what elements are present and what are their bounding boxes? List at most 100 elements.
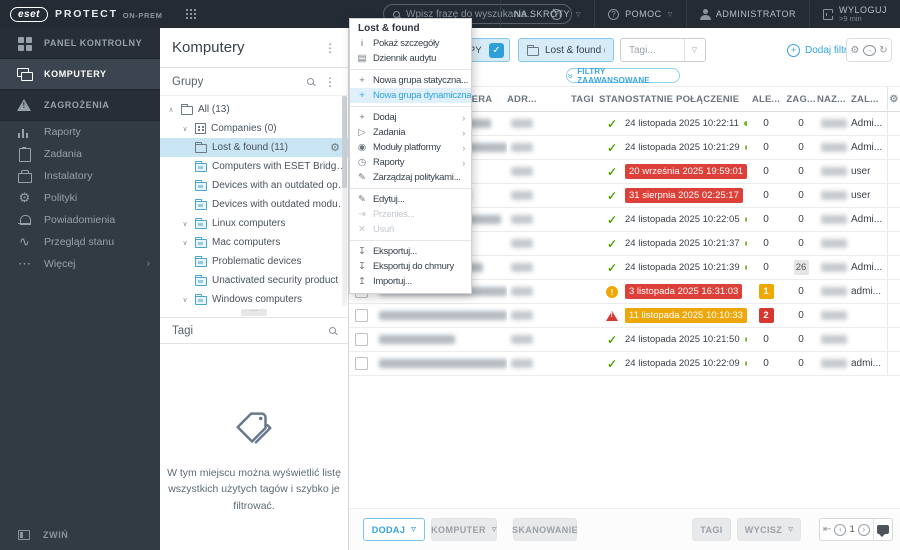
help-menu[interactable]: ? POMOC ▽ — [594, 0, 686, 28]
table-columns-gear-icon[interactable]: ⚙ — [887, 87, 900, 111]
column-header-tagi[interactable]: TAGI — [571, 87, 599, 111]
group-filter-chip[interactable]: Lost & found (11) — [518, 38, 614, 62]
menu-item-eksportuj[interactable]: ↧ Eksportuj... — [350, 244, 471, 259]
tags-button[interactable]: TAGI — [692, 518, 731, 541]
computer-button[interactable]: KOMPUTER ▽ — [431, 518, 497, 541]
shortcuts-menu[interactable]: NA SKRÓTY ▽ — [500, 0, 594, 28]
name-cell — [817, 136, 851, 159]
logged-user-value: user — [851, 166, 871, 177]
menu-item-importuj[interactable]: ↥ Importuj... — [350, 274, 471, 289]
sidebar-item-panel-kontrolny[interactable]: PANEL KONTROLNY — [0, 28, 160, 59]
apps-grid-icon[interactable] — [186, 9, 189, 11]
menu-item-nowa-grupa-dynamiczna[interactable]: + Nowa grupa dynamiczna... — [350, 88, 471, 103]
menu-item-zarządzaj-politykami[interactable]: ✎ Zarządzaj politykami... — [350, 170, 471, 185]
tags-cell — [571, 304, 599, 327]
sidebar-collapse-button[interactable]: ZWIŃ — [0, 520, 160, 550]
menu-item-edytuj[interactable]: ✎ Edytuj... — [350, 192, 471, 207]
tree-resize-handle[interactable]: ⋯ — [160, 308, 348, 317]
sidebar-item-zagrożenia[interactable]: ZAGROŻENIA — [0, 90, 160, 121]
refresh-icon[interactable]: ↻ — [879, 45, 887, 56]
logged-user-value: Admi... — [851, 118, 883, 129]
row-select-cell — [349, 352, 375, 375]
detections-count: 0 — [798, 190, 804, 201]
group-tree-item-computers-with-eset-bridge-installed[interactable]: Computers with ESET Bridge installed — [160, 157, 348, 176]
subgroups-checkbox[interactable]: ✓ — [489, 42, 504, 58]
menu-item-eksportuj-do-chmury[interactable]: ↧ Eksportuj do chmury — [350, 259, 471, 274]
table-row[interactable]: 11 listopada 2025 10:10:33 2 0 — [349, 304, 900, 328]
group-tree-item-unactivated-security-product[interactable]: Unactivated security product — [160, 271, 348, 290]
tags-cell — [571, 112, 599, 135]
chevron-down-icon[interactable]: ∨ — [180, 239, 190, 247]
row-checkbox[interactable] — [355, 357, 368, 370]
column-header-adr[interactable]: ADR... — [507, 87, 571, 111]
group-tree-item-devices-with-outdated-modules[interactable]: Devices with outdated modules — [160, 195, 348, 214]
row-checkbox[interactable] — [355, 309, 368, 322]
panel-menu-icon[interactable]: ⋮ — [324, 41, 336, 55]
logged-user-cell: Admi... — [851, 112, 887, 135]
chevron-down-icon: ▽ — [788, 527, 794, 533]
group-tree-item-linux-computers[interactable]: ∨ Linux computers — [160, 214, 348, 233]
menu-item-moduły-platformy[interactable]: ◉ Moduły platformy › — [350, 140, 471, 155]
advanced-filters-button[interactable]: « FILTRY ZAAWANSOWANE — [565, 67, 680, 85]
table-row[interactable]: ✓ 24 listopada 2025 10:21:50 0 0 — [349, 328, 900, 352]
groups-search-icon[interactable] — [307, 78, 314, 85]
chevron-down-icon[interactable]: ∨ — [180, 125, 190, 133]
user-menu[interactable]: ADMINISTRATOR — [685, 0, 809, 28]
sidebar-item-powiadomienia[interactable]: Powiadomienia — [0, 209, 160, 231]
menu-divider — [350, 240, 471, 241]
group-tree-item-companies-0[interactable]: ∨ Companies (0) — [160, 119, 348, 138]
menu-item-zadania[interactable]: ▷ Zadania › — [350, 125, 471, 140]
sidebar-item-przegląd-stanu[interactable]: ∿ Przegląd stanu — [0, 231, 160, 253]
arrow-circle-icon[interactable]: → — [862, 44, 876, 56]
menu-item-nowa-grupa-statyczna[interactable]: + Nowa grupa statyczna... — [350, 73, 471, 88]
group-tree-item-lost-&-found-11[interactable]: Lost & found (11) ⚙ — [160, 138, 348, 157]
column-header-zal[interactable]: ZAL... — [851, 87, 887, 111]
prev-page-icon[interactable]: ‹ — [834, 523, 847, 536]
tree-scrollbar[interactable] — [342, 96, 347, 306]
tags-filter-dropdown[interactable]: Tagi... ▽ — [620, 38, 706, 62]
row-gear-cell — [887, 112, 900, 135]
column-header-stan[interactable]: STAN — [599, 87, 625, 111]
presets-gear-icon[interactable]: ⚙ — [850, 45, 859, 56]
group-tree-item-mac-computers[interactable]: ∨ Mac computers — [160, 233, 348, 252]
status-ok-icon: ✓ — [606, 356, 618, 371]
group-tree-item-all-13[interactable]: ∧ All (13) — [160, 100, 348, 119]
last-connected-value: 24 listopada 2025 10:21:37 — [625, 238, 740, 249]
feedback-icon[interactable] — [876, 525, 889, 537]
menu-item-raporty[interactable]: ◷ Raporty › — [350, 155, 471, 170]
add-filter-button[interactable]: + Dodaj filtr — [787, 38, 847, 62]
table-row[interactable]: ✓ 24 listopada 2025 10:22:09 0 0 admi... — [349, 352, 900, 376]
column-header-ale[interactable]: ALE... — [747, 87, 785, 111]
next-page-icon[interactable]: › — [857, 523, 870, 536]
sidebar-item-instalatory[interactable]: Instalatory — [0, 165, 160, 187]
column-header-zag[interactable]: ZAG... — [785, 87, 817, 111]
chevron-down-icon[interactable]: ∨ — [180, 220, 190, 228]
sidebar-item-zadania[interactable]: Zadania — [0, 143, 160, 165]
first-page-icon[interactable]: ⇤ — [823, 524, 831, 535]
redacted-computer-name — [379, 311, 507, 320]
sidebar-item-polityki[interactable]: ⚙ Polityki — [0, 187, 160, 209]
groups-menu-icon[interactable]: ⋮ — [324, 75, 336, 89]
chevron-up-icon[interactable]: ∧ — [166, 106, 176, 114]
sidebar-item-więcej[interactable]: ⋯ Więcej › — [0, 253, 160, 275]
menu-item-dodaj[interactable]: + Dodaj › — [350, 110, 471, 125]
menu-item-label: Dziennik audytu — [373, 53, 437, 64]
name-cell — [817, 232, 851, 255]
scan-button[interactable]: SKANOWANIE — [512, 518, 578, 541]
group-tree-item-problematic-devices[interactable]: Problematic devices — [160, 252, 348, 271]
sidebar-item-komputery[interactable]: KOMPUTERY — [0, 59, 160, 90]
group-tree-item-windows-computers[interactable]: ∨ Windows computers — [160, 290, 348, 309]
logout-button[interactable]: WYLOGUJ >9 min — [808, 0, 900, 28]
column-header-naz[interactable]: NAZ... — [817, 87, 851, 111]
tags-search-icon[interactable] — [329, 327, 336, 334]
group-gear-icon[interactable]: ⚙ — [330, 141, 340, 154]
menu-item-dziennik-audytu[interactable]: ▤ Dziennik audytu — [350, 51, 471, 66]
sidebar-item-raporty[interactable]: Raporty — [0, 121, 160, 143]
row-checkbox[interactable] — [355, 333, 368, 346]
mute-button[interactable]: WYCISZ ▽ — [737, 518, 801, 541]
group-tree-item-devices-with-an-outdated-operating-system[interactable]: Devices with an outdated operating syste… — [160, 176, 348, 195]
menu-item-pokaż-szczegóły[interactable]: i Pokaż szczegóły — [350, 36, 471, 51]
column-header-ostatnie-połączenie[interactable]: OSTATNIE POŁĄCZENIE — [625, 87, 747, 111]
chevron-down-icon[interactable]: ∨ — [180, 296, 190, 304]
add-button[interactable]: DODAJ ▽ — [363, 518, 425, 541]
